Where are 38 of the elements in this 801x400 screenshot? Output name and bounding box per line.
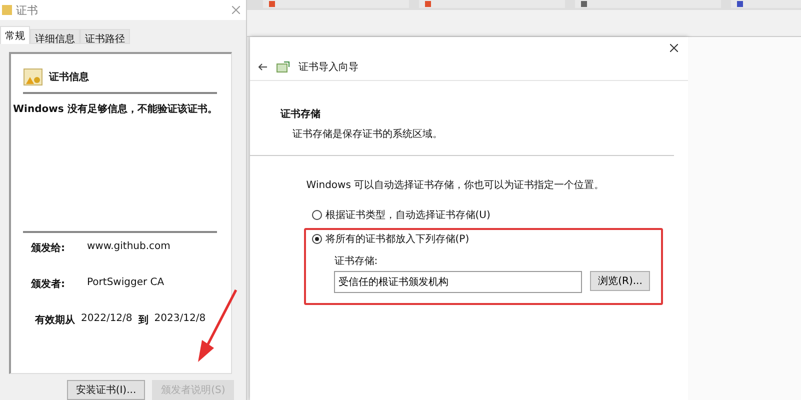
validity-date: 2022/12/8: [81, 313, 132, 326]
radio-button[interactable]: [312, 210, 322, 220]
certificate-icon: [23, 68, 43, 86]
field-label: 颁发者:: [31, 278, 66, 292]
tab[interactable]: 详细信息: [30, 29, 80, 44]
close-icon[interactable]: [670, 44, 678, 52]
radio-label: 根据证书类型，自动选择证书存储(U): [325, 208, 490, 222]
browser-tab[interactable]: [263, 0, 410, 8]
browser-tab[interactable]: [575, 0, 722, 8]
tab-favicon-icon: [737, 1, 744, 7]
validity-label: 到: [138, 314, 148, 328]
validity-date: 2023/12/8: [154, 313, 206, 326]
back-arrow-icon[interactable]: [258, 63, 268, 71]
tab-favicon-icon: [269, 1, 276, 7]
tab-favicon-icon: [425, 1, 432, 7]
validity-label: 有效期从: [35, 314, 75, 328]
store-label: 证书存储:: [334, 254, 379, 268]
field-label: 颁发给:: [31, 242, 66, 256]
window-title: 证书: [16, 2, 39, 18]
field-value: PortSwigger CA: [87, 277, 164, 290]
section-title: 证书存储: [280, 108, 322, 121]
certificate-icon: [2, 5, 12, 15]
warning-text: Windows 没有足够信息，不能验证该证书。: [13, 102, 218, 116]
dialog-button[interactable]: 安装证书(I)...: [66, 380, 146, 400]
section-heading: 证书信息: [49, 70, 89, 84]
radio-label: 将所有的证书都放入下列存储(P): [325, 232, 470, 246]
section-description: 证书存储是保存证书的系统区域。: [292, 128, 444, 141]
store-field[interactable]: 受信任的根证书颁发机构: [334, 271, 582, 293]
tab[interactable]: 常规: [0, 26, 30, 44]
intro-text: Windows 可以自动选择证书存储，你也可以为证书指定一个位置。: [306, 178, 606, 192]
wizard-title: 证书导入向导: [298, 60, 358, 74]
tab[interactable]: 证书路径: [80, 29, 130, 44]
wizard-icon: [276, 61, 290, 73]
tab-favicon-icon: [581, 1, 588, 7]
radio-button[interactable]: [312, 234, 322, 244]
field-value: www.github.com: [87, 241, 170, 254]
browser-tab[interactable]: [419, 0, 566, 8]
browse-button[interactable]: 浏览(R)...: [590, 271, 650, 291]
